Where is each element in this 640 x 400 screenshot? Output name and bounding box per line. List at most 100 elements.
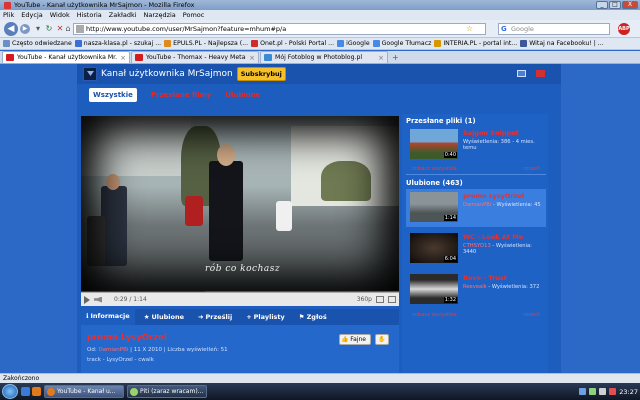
video-player[interactable]: rób co kochasz 0:29 / 1:14 360p (81, 116, 399, 306)
menu-view[interactable]: Widok (50, 11, 70, 19)
duration-badge: 1:32 (443, 297, 457, 303)
language-icon[interactable] (579, 388, 587, 395)
tab-close-icon[interactable]: × (378, 54, 384, 62)
widescreen-icon[interactable] (376, 296, 384, 303)
browser-tab[interactable]: YouTube - Thomax - Heavy Metal K...× (131, 51, 259, 63)
menu-file[interactable]: Plik (3, 11, 14, 19)
favorite-item[interactable]: 6:04 WC - Look At Me CTHSYD13 - Wyświetl… (406, 230, 546, 268)
video-thumbnail[interactable]: 1:32 (410, 274, 458, 304)
maximize-button[interactable]: □ (609, 1, 621, 9)
favorite-title[interactable]: WC - Look At Me (463, 233, 543, 241)
fullscreen-icon[interactable] (388, 296, 396, 303)
start-button[interactable] (2, 384, 18, 399)
taskbar-item-chat[interactable]: Piti (zaraz wracam)... (127, 385, 207, 398)
bookmark-label: iGoogle (346, 40, 370, 47)
tab-label: Mój Fotoblog w Photoblog.pl (275, 54, 363, 61)
network-icon[interactable] (589, 388, 597, 395)
search-box[interactable]: G Google (498, 23, 610, 35)
navigation-toolbar: ◀ ▶ ▾ ↻ ✕ ⌂ http://www.youtube.com/user/… (0, 20, 640, 38)
favorite-item[interactable]: 1:14 promo LysyOrzel DamianPBi - Wyświet… (406, 189, 546, 227)
show-desktop-icon[interactable] (21, 387, 30, 396)
play-icon[interactable] (84, 295, 90, 304)
video-thumbnail[interactable]: 0:40 (410, 129, 458, 159)
bookmark-item[interactable]: Google Tłumacz (372, 40, 431, 47)
video-tab[interactable]: ➜ Prześlij (193, 309, 237, 325)
bookmark-item[interactable]: Witaj na Facebooku! | ... (520, 40, 604, 47)
status-bar: Zakończono (0, 373, 640, 383)
dislike-button[interactable]: ✋ (375, 334, 389, 345)
menu-help[interactable]: Pomoc (183, 11, 205, 19)
grid-view-icon[interactable] (536, 70, 545, 77)
menu-edit[interactable]: Edycja (21, 11, 42, 19)
upload-title[interactable]: Sajgon Snippet (463, 129, 543, 137)
new-tab-icon[interactable]: + (392, 53, 399, 62)
bookmark-star-icon[interactable]: ☆ (466, 24, 473, 34)
tab-close-icon[interactable]: × (120, 54, 126, 62)
bookmark-item[interactable]: EPULS.PL - Najlepsza (... (164, 40, 248, 47)
video-thumbnail[interactable]: 6:04 (410, 233, 458, 263)
url-bar[interactable]: http://www.youtube.com/user/MrSajmon?fea… (73, 23, 486, 35)
subscribe-button[interactable]: Subskrybuj (236, 67, 286, 81)
dropdown-icon[interactable]: ▾ (33, 24, 43, 34)
duration-badge: 1:14 (443, 215, 457, 221)
video-tab[interactable]: ⚑ Zgłoś (294, 309, 332, 325)
taskbar-label: YouTube - Kanał u... (57, 388, 116, 395)
favorite-item[interactable]: 1:32 Reve - Trust Reevealk - Wyświetleni… (406, 271, 546, 309)
menu-tools[interactable]: Narzędzia (144, 11, 176, 19)
like-button[interactable]: Fajne (339, 334, 371, 345)
video-tab[interactable]: ★ Ulubione (139, 309, 189, 325)
security-icon[interactable] (609, 388, 617, 395)
taskbar-item-firefox[interactable]: YouTube - Kanał u... (44, 385, 124, 398)
filter-all[interactable]: Wszystkie (89, 88, 137, 102)
video-thumbnail[interactable]: 1:14 (410, 192, 458, 222)
browser-tab[interactable]: Mój Fotoblog w Photoblog.pl × (260, 51, 388, 63)
filter-favorites[interactable]: Ulubione (225, 91, 260, 99)
reload-icon[interactable]: ↻ (44, 24, 54, 34)
favorites-header[interactable]: Ulubione (463) (406, 179, 463, 187)
quality-selector[interactable]: 360p (357, 296, 372, 303)
bookmark-item[interactable]: iGoogle (337, 40, 370, 47)
video-tab[interactable]: ℹ Informacje (81, 308, 135, 326)
bookmark-favicon-icon (74, 40, 82, 47)
bookmark-item[interactable]: nasza-klasa.pl - szukaj ... (74, 40, 161, 47)
close-button[interactable]: X (622, 1, 638, 9)
back-icon[interactable]: ◀ (4, 22, 18, 36)
channel-avatar[interactable] (83, 67, 97, 81)
bookmark-item[interactable]: INTERIA.PL - portal int... (434, 40, 517, 47)
firefox-quick-icon[interactable] (32, 387, 41, 396)
upload-item[interactable]: 0:40 Sajgon Snippet Wyświetlenia: 386 - … (406, 126, 546, 164)
favorite-user[interactable]: Reevealk (463, 284, 487, 290)
menu-bookmarks[interactable]: Zakładki (109, 11, 137, 19)
volume-tray-icon[interactable] (599, 388, 607, 395)
uploader-link[interactable]: DamianPBi (98, 347, 128, 353)
see-all-link[interactable]: zobacz wszystkie (412, 166, 457, 172)
clock[interactable]: 23:27 (619, 388, 638, 396)
favorites-links: zobacz wszystkie rozwiń (406, 312, 546, 318)
site-favicon (76, 25, 84, 33)
bookmark-item[interactable]: Onet.pl - Polski Portal ... (251, 40, 334, 47)
favorite-title[interactable]: Reve - Trust (463, 274, 543, 282)
filter-uploads[interactable]: Przesłane filmy (151, 91, 212, 99)
video-frame[interactable]: rób co kochasz (81, 116, 399, 292)
minimize-button[interactable]: _ (596, 1, 608, 9)
video-tab-label: Ulubione (151, 313, 185, 321)
favorite-user[interactable]: DamianPBi (463, 202, 491, 208)
favorite-title[interactable]: promo LysyOrzel (463, 192, 543, 200)
see-all-link[interactable]: zobacz wszystkie (412, 312, 457, 318)
home-icon[interactable]: ⌂ (63, 24, 73, 34)
adblock-icon[interactable]: ABP (618, 23, 630, 35)
expand-link[interactable]: rozwiń (523, 166, 540, 172)
video-title[interactable]: promo LysyOrzel (87, 333, 167, 343)
video-tab[interactable]: + Playlisty (241, 309, 290, 325)
browser-tab[interactable]: YouTube - Kanał użytkownika Mr... × (2, 51, 130, 63)
firefox-icon (4, 1, 11, 9)
expand-link[interactable]: rozwiń (523, 312, 540, 318)
list-view-icon[interactable] (517, 70, 526, 77)
uploads-header[interactable]: Przesłane pliki (1) (406, 117, 476, 125)
forward-icon[interactable]: ▶ (20, 24, 30, 34)
volume-icon[interactable] (94, 296, 102, 303)
menu-history[interactable]: Historia (77, 11, 102, 19)
tab-close-icon[interactable]: × (249, 54, 255, 62)
bookmark-item[interactable]: Często odwiedzane (3, 40, 72, 47)
sidebar: Przesłane pliki (1) 0:40 Sajgon Snippet … (402, 114, 548, 373)
